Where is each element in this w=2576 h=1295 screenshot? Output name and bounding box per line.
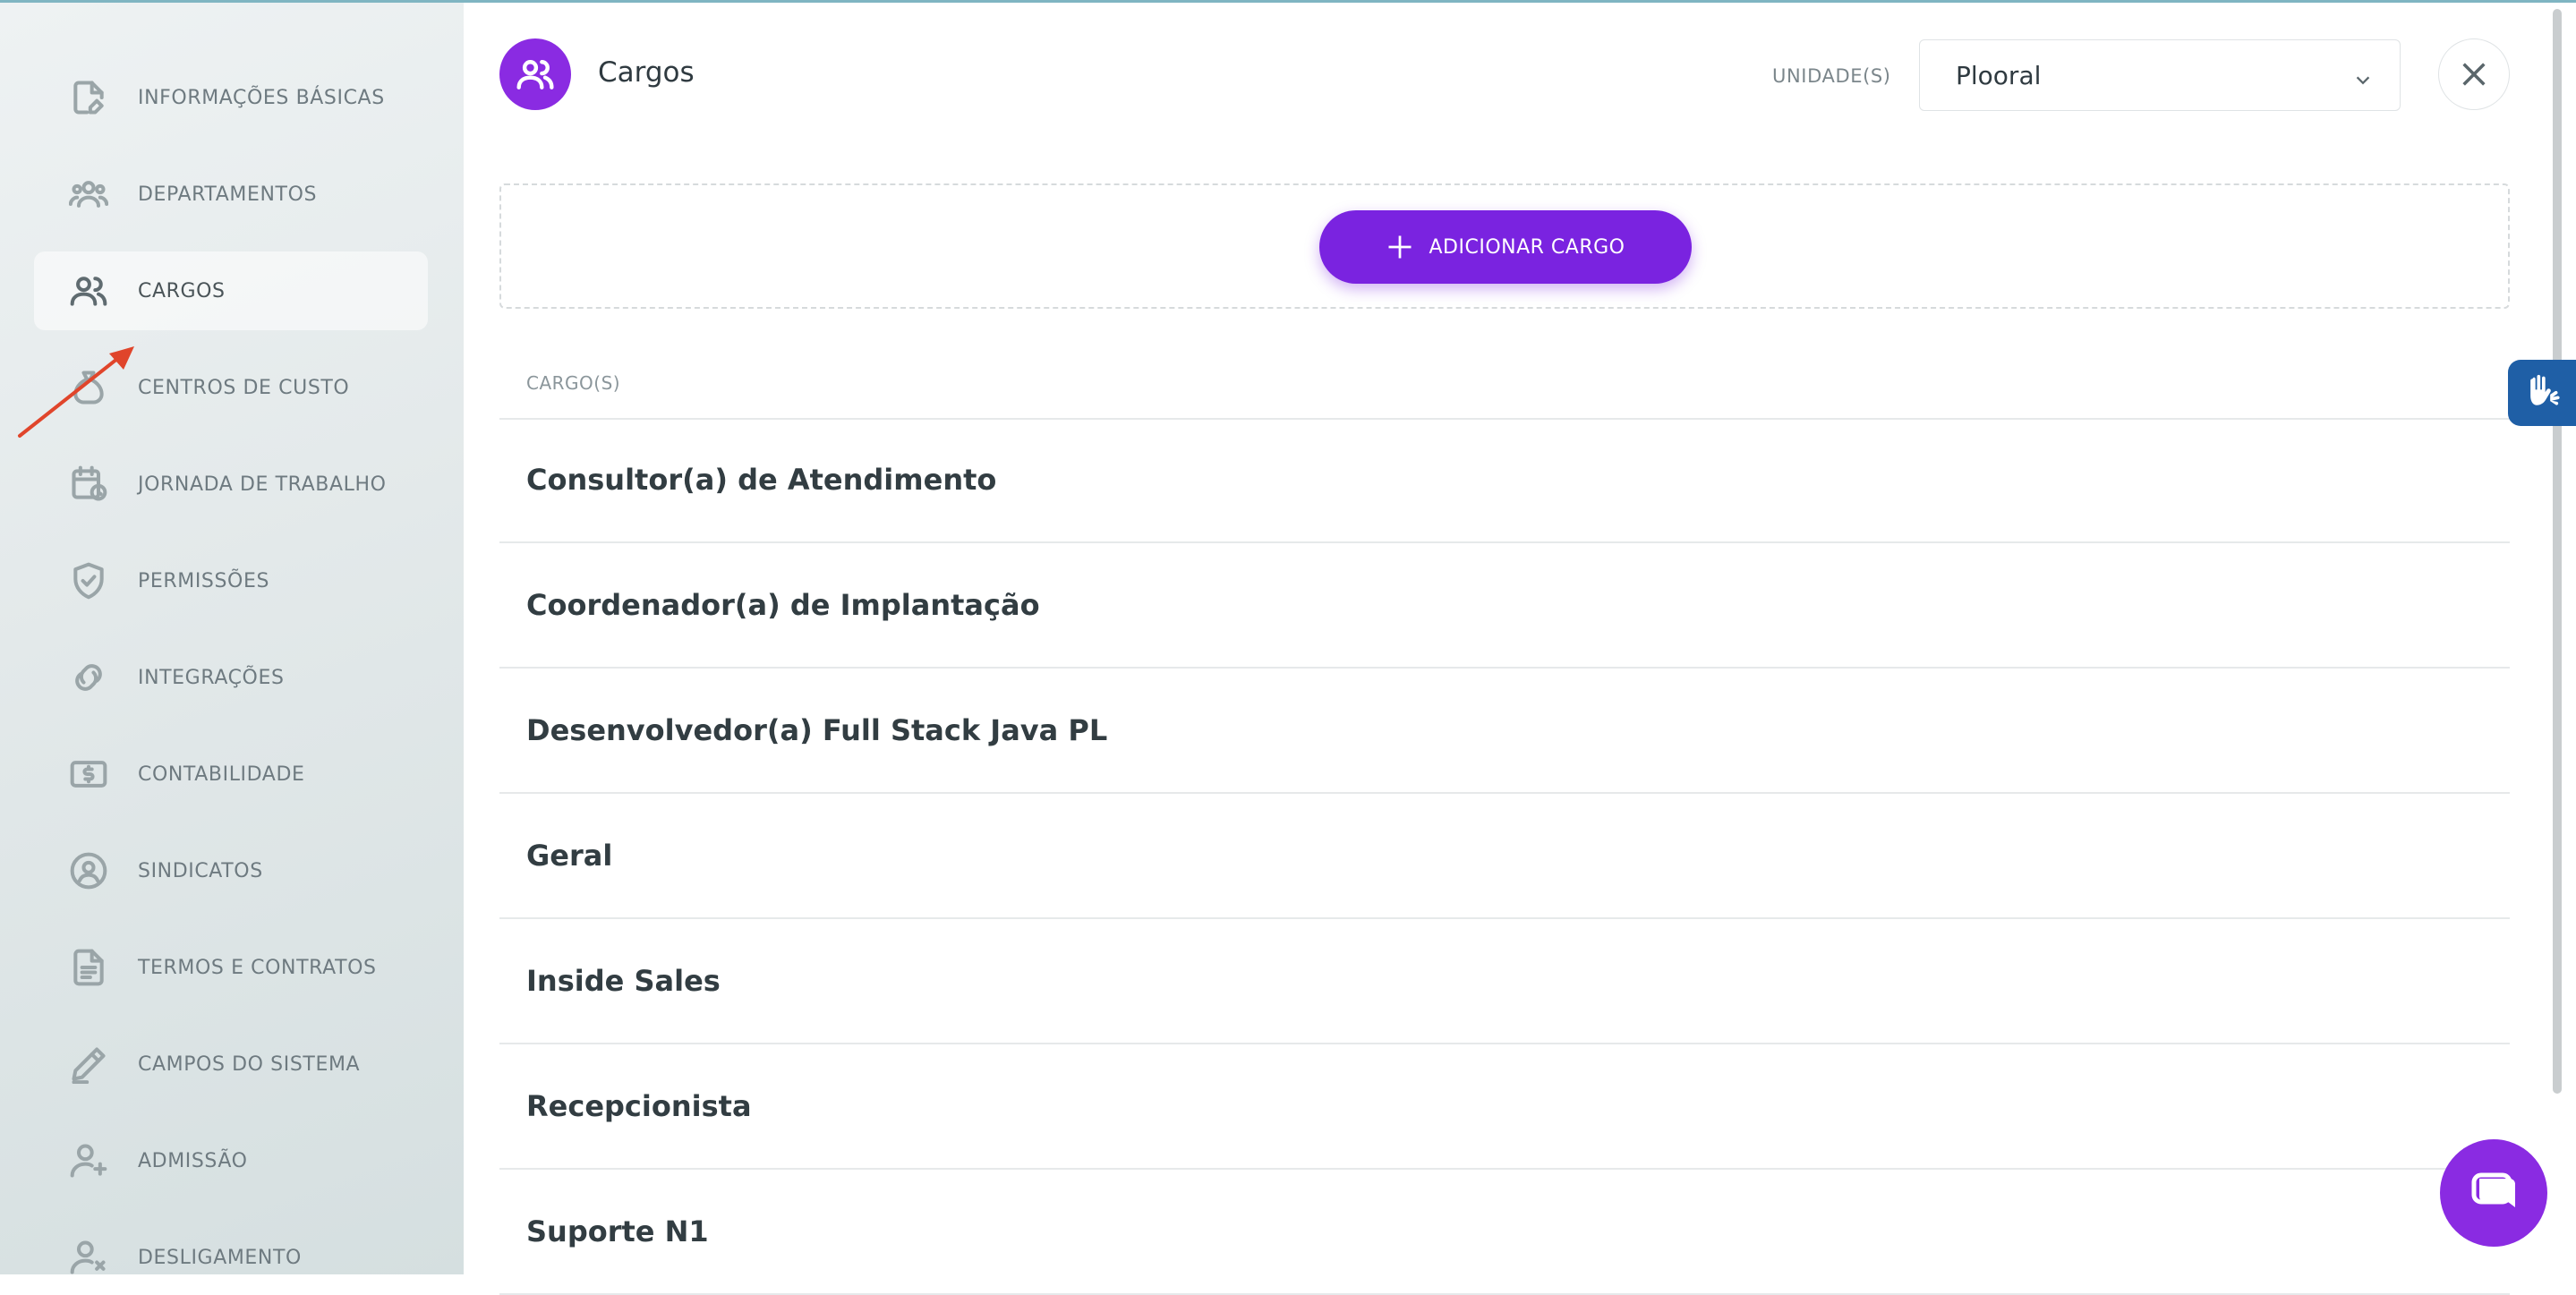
add-cargo-button[interactable]: ADICIONAR CARGO [1319, 210, 1692, 284]
cargo-name: Inside Sales [526, 964, 721, 998]
sidebar-item-informacoes-basicas[interactable]: INFORMAÇÕES BÁSICAS [34, 58, 428, 137]
sidebar-item-label: CARGOS [138, 279, 226, 302]
sidebar-item-campos-do-sistema[interactable]: CAMPOS DO SISTEMA [34, 1025, 428, 1103]
contract-icon [68, 947, 109, 988]
sidebar-item-label: CENTROS DE CUSTO [138, 376, 350, 399]
sidebar-item-label: DESLIGAMENTO [138, 1246, 302, 1269]
sidebar-item-departamentos[interactable]: DEPARTAMENTOS [34, 155, 428, 234]
cargo-name: Geral [526, 839, 613, 873]
list-item[interactable]: Recepcionista [499, 1044, 2510, 1170]
column-header-cargos: CARGO(S) [526, 372, 621, 394]
unit-label: UNIDADE(S) [1772, 65, 1891, 87]
sidebar-item-cargos[interactable]: CARGOS [34, 251, 428, 330]
sidebar-item-jornada-de-trabalho[interactable]: JORNADA DE TRABALHO [34, 445, 428, 524]
sign-language-hands-icon [2530, 374, 2560, 405]
dollar-bill-icon [68, 754, 109, 795]
sidebar-item-label: DEPARTAMENTOS [138, 183, 318, 206]
list-item[interactable]: Geral [499, 794, 2510, 919]
main-content: Cargos UNIDADE(S) Plooral ADICIONAR CARG… [464, 3, 2549, 1295]
list-item[interactable]: Inside Sales [499, 919, 2510, 1044]
sidebar-item-contabilidade[interactable]: CONTABILIDADE [34, 735, 428, 814]
people-icon [68, 270, 109, 311]
chat-icon [2471, 1172, 2515, 1207]
list-item[interactable]: Desenvolvedor(a) Full Stack Java PL [499, 669, 2510, 794]
unit-select-value: Plooral [1956, 60, 2042, 90]
add-cargo-label: ADICIONAR CARGO [1429, 235, 1625, 259]
sidebar-item-centros-de-custo[interactable]: CENTROS DE CUSTO [34, 348, 428, 427]
cargo-name: Coordenador(a) de Implantação [526, 588, 1040, 622]
sidebar-item-label: JORNADA DE TRABALHO [138, 473, 387, 496]
sidebar-item-label: ADMISSÃO [138, 1149, 248, 1172]
pen-icon [68, 1044, 109, 1085]
plus-icon [1388, 235, 1411, 259]
shield-check-icon [68, 560, 109, 601]
unit-select[interactable]: Plooral [1919, 39, 2401, 111]
settings-sidebar: INFORMAÇÕES BÁSICAS DEPARTAMENTOS CARGOS… [0, 3, 464, 1274]
sidebar-item-label: INTEGRAÇÕES [138, 666, 285, 689]
cargo-name: Recepcionista [526, 1089, 752, 1123]
cargo-name: Desenvolvedor(a) Full Stack Java PL [526, 713, 1108, 747]
close-icon [2462, 63, 2486, 86]
money-bag-icon [68, 367, 109, 408]
page-title: Cargos [598, 56, 695, 89]
accessibility-widget-button[interactable] [2508, 360, 2576, 426]
list-item[interactable]: Coordenador(a) de Implantação [499, 543, 2510, 669]
user-add-icon [68, 1140, 109, 1181]
sidebar-item-integracoes[interactable]: INTEGRAÇÕES [34, 638, 428, 717]
sidebar-item-label: PERMISSÕES [138, 569, 270, 592]
close-button[interactable] [2438, 38, 2510, 110]
chat-button[interactable] [2440, 1139, 2547, 1247]
link-icon [68, 657, 109, 698]
sidebar-item-termos-e-contratos[interactable]: TERMOS E CONTRATOS [34, 928, 428, 1007]
cargo-list: Consultor(a) de Atendimento Coordenador(… [499, 418, 2510, 1295]
document-edit-icon [68, 77, 109, 118]
sidebar-item-permissoes[interactable]: PERMISSÕES [34, 541, 428, 620]
cargo-name: Consultor(a) de Atendimento [526, 463, 997, 497]
people-icon [499, 38, 571, 110]
list-item[interactable]: Suporte N1 [499, 1170, 2510, 1295]
sidebar-item-label: CAMPOS DO SISTEMA [138, 1052, 361, 1076]
sidebar-item-sindicatos[interactable]: SINDICATOS [34, 831, 428, 910]
sidebar-item-label: INFORMAÇÕES BÁSICAS [138, 86, 385, 109]
list-item[interactable]: Consultor(a) de Atendimento [499, 418, 2510, 543]
user-remove-icon [68, 1237, 109, 1274]
sidebar-item-label: CONTABILIDADE [138, 763, 305, 786]
sidebar-item-label: SINDICATOS [138, 859, 263, 882]
add-cargo-zone: ADICIONAR CARGO [499, 183, 2510, 309]
cargo-name: Suporte N1 [526, 1214, 709, 1248]
calendar-clock-icon [68, 464, 109, 505]
people-group-icon [68, 174, 109, 215]
scrollbar[interactable] [2553, 9, 2562, 1094]
user-circle-icon [68, 850, 109, 891]
sidebar-item-desligamento[interactable]: DESLIGAMENTO [34, 1218, 428, 1274]
chevron-down-icon [2353, 67, 2373, 87]
sidebar-item-label: TERMOS E CONTRATOS [138, 956, 377, 979]
sidebar-item-admissao[interactable]: ADMISSÃO [34, 1121, 428, 1200]
